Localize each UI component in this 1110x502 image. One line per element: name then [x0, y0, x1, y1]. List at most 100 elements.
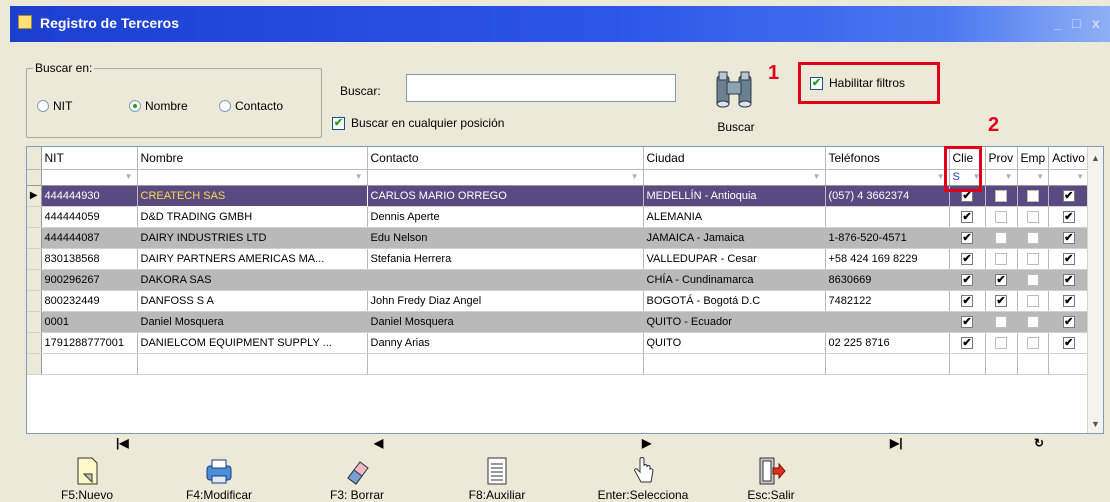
cell-nombre[interactable]: D&D TRADING GMBH: [137, 206, 368, 228]
cell-telefonos[interactable]: [825, 311, 950, 333]
cell-nit[interactable]: 800232449: [41, 290, 138, 312]
cell-activo[interactable]: ✔: [1048, 332, 1090, 354]
chevron-down-icon[interactable]: ▼: [1005, 172, 1013, 181]
cell-nombre[interactable]: DANIELCOM EQUIPMENT SUPPLY ...: [137, 332, 368, 354]
chevron-down-icon[interactable]: ▼: [125, 172, 133, 181]
unchecked-checkbox-icon[interactable]: [1026, 252, 1039, 265]
previous-record-icon[interactable]: ◀: [374, 436, 383, 450]
minimize-button[interactable]: _: [1054, 15, 1062, 31]
cell-emp[interactable]: [1017, 227, 1050, 249]
checked-checkbox-icon[interactable]: ✔: [1062, 189, 1075, 202]
table-row[interactable]: ▶ 444444930 CREATECH SAS CARLOS MARIO ORREG…: [27, 184, 1090, 207]
unchecked-checkbox-icon[interactable]: [1026, 231, 1039, 244]
cell-nombre[interactable]: DAIRY PARTNERS AMERICAS MA...: [137, 248, 368, 270]
checked-checkbox-icon[interactable]: ✔: [1062, 273, 1075, 286]
radio-nombre[interactable]: Nombre: [129, 99, 188, 113]
radio-nit[interactable]: NIT: [37, 99, 72, 113]
col-header-contacto[interactable]: Contacto: [367, 147, 644, 170]
checked-checkbox-icon[interactable]: ✔: [1062, 231, 1075, 244]
cell-nit[interactable]: 1791288777001: [41, 332, 138, 354]
cell-telefonos[interactable]: (057) 4 3662374: [825, 185, 950, 207]
checked-checkbox-icon[interactable]: ✔: [961, 315, 973, 328]
checked-checkbox-icon[interactable]: ✔: [995, 273, 1007, 286]
next-record-icon[interactable]: ▶: [642, 436, 651, 450]
table-row[interactable]: 1791288777001 DANIELCOM EQUIPMENT SUPPLY …: [27, 332, 1090, 354]
checked-checkbox-icon[interactable]: ✔: [995, 294, 1007, 307]
scroll-up-icon[interactable]: ▲: [1091, 153, 1100, 163]
cell-clie[interactable]: ✔: [949, 290, 986, 312]
filter-activo[interactable]: ▼: [1048, 169, 1090, 186]
filter-emp[interactable]: ▼: [1017, 169, 1050, 186]
cell-contacto[interactable]: [367, 269, 644, 291]
table-row[interactable]: 800232449 DANFOSS S A John Fredy Diaz Ange…: [27, 290, 1090, 312]
checked-checkbox-icon[interactable]: ✔: [961, 273, 973, 286]
unchecked-checkbox-icon[interactable]: [1026, 294, 1039, 307]
cell-prov[interactable]: ✔: [985, 269, 1018, 291]
radio-nombre-indicator[interactable]: [129, 100, 141, 112]
cell-clie[interactable]: ✔: [949, 311, 986, 333]
cell-nit[interactable]: 444444087: [41, 227, 138, 249]
filter-contacto[interactable]: ▼: [367, 169, 644, 186]
cell-emp[interactable]: [1017, 332, 1050, 354]
table-row[interactable]: 444444059 D&D TRADING GMBH Dennis Aperte AL…: [27, 206, 1090, 228]
cell-emp[interactable]: [1017, 248, 1050, 270]
cell-nit[interactable]: 444444930: [41, 185, 138, 207]
checked-checkbox-icon[interactable]: ✔: [1062, 252, 1075, 265]
col-header-ciudad[interactable]: Ciudad: [643, 147, 826, 170]
table-row[interactable]: 900296267 DAKORA SAS CHÍA - Cundinamarca 86…: [27, 269, 1090, 291]
chevron-down-icon[interactable]: ▼: [813, 172, 821, 181]
table-row[interactable]: 444444087 DAIRY INDUSTRIES LTD Edu Nelson J…: [27, 227, 1090, 249]
cell-prov[interactable]: [985, 311, 1018, 333]
cell-contacto[interactable]: Edu Nelson: [367, 227, 644, 249]
cell-prov[interactable]: [985, 248, 1018, 270]
cell-emp[interactable]: [1017, 290, 1050, 312]
cell-clie[interactable]: ✔: [949, 269, 986, 291]
filter-telefonos[interactable]: ▼: [825, 169, 950, 186]
chevron-down-icon[interactable]: ▼: [355, 172, 363, 181]
cell-prov[interactable]: [985, 206, 1018, 228]
cell-contacto[interactable]: Danny Arias: [367, 332, 644, 354]
cell-contacto[interactable]: John Fredy Diaz Angel: [367, 290, 644, 312]
filter-nombre[interactable]: ▼: [137, 169, 368, 186]
cell-ciudad[interactable]: VALLEDUPAR - Cesar: [643, 248, 826, 270]
cell-nombre[interactable]: DAIRY INDUSTRIES LTD: [137, 227, 368, 249]
col-header-activo[interactable]: Activo: [1048, 147, 1090, 170]
col-header-nit[interactable]: NIT: [41, 147, 138, 170]
cell-prov[interactable]: [985, 185, 1018, 207]
unchecked-checkbox-icon[interactable]: [1026, 336, 1039, 349]
checked-checkbox-icon[interactable]: ✔: [1062, 336, 1075, 349]
cell-prov[interactable]: [985, 227, 1018, 249]
cell-telefonos[interactable]: 8630669: [825, 269, 950, 291]
enable-filters-check-icon[interactable]: ✔: [810, 76, 823, 90]
cell-activo[interactable]: ✔: [1048, 206, 1090, 228]
last-record-icon[interactable]: ▶|: [890, 436, 903, 450]
cell-clie[interactable]: ✔: [949, 206, 986, 228]
unchecked-checkbox-icon[interactable]: [1026, 273, 1039, 286]
checked-checkbox-icon[interactable]: ✔: [961, 294, 973, 307]
cell-nit[interactable]: 444444059: [41, 206, 138, 228]
cell-activo[interactable]: ✔: [1048, 248, 1090, 270]
search-anywhere-check-icon[interactable]: ✔: [332, 116, 345, 130]
cell-clie[interactable]: ✔: [949, 332, 986, 354]
cell-nombre[interactable]: CREATECH SAS: [136, 184, 368, 207]
search-anywhere-checkbox[interactable]: ✔ Buscar en cualquier posición: [332, 116, 504, 130]
unchecked-checkbox-icon[interactable]: [995, 336, 1007, 349]
cell-activo[interactable]: ✔: [1048, 311, 1090, 333]
col-header-prov[interactable]: Prov: [985, 147, 1018, 170]
cell-nit[interactable]: 830138568: [41, 248, 138, 270]
cell-nit[interactable]: 0001: [41, 311, 138, 333]
first-record-icon[interactable]: |◀: [116, 436, 129, 450]
unchecked-checkbox-icon[interactable]: [1026, 189, 1039, 202]
cell-activo[interactable]: ✔: [1048, 269, 1090, 291]
cell-ciudad[interactable]: ALEMANIA: [643, 206, 826, 228]
cell-telefonos[interactable]: 1-876-520-4571: [825, 227, 950, 249]
checked-checkbox-icon[interactable]: ✔: [1062, 210, 1075, 223]
unchecked-checkbox-icon[interactable]: [1026, 315, 1039, 328]
cell-contacto[interactable]: Daniel Mosquera: [367, 311, 644, 333]
radio-nit-indicator[interactable]: [37, 100, 49, 112]
cell-telefonos[interactable]: 7482122: [825, 290, 950, 312]
cell-emp[interactable]: [1017, 269, 1050, 291]
checked-checkbox-icon[interactable]: ✔: [961, 231, 973, 244]
cell-prov[interactable]: [985, 332, 1018, 354]
cell-ciudad[interactable]: QUITO - Ecuador: [643, 311, 826, 333]
